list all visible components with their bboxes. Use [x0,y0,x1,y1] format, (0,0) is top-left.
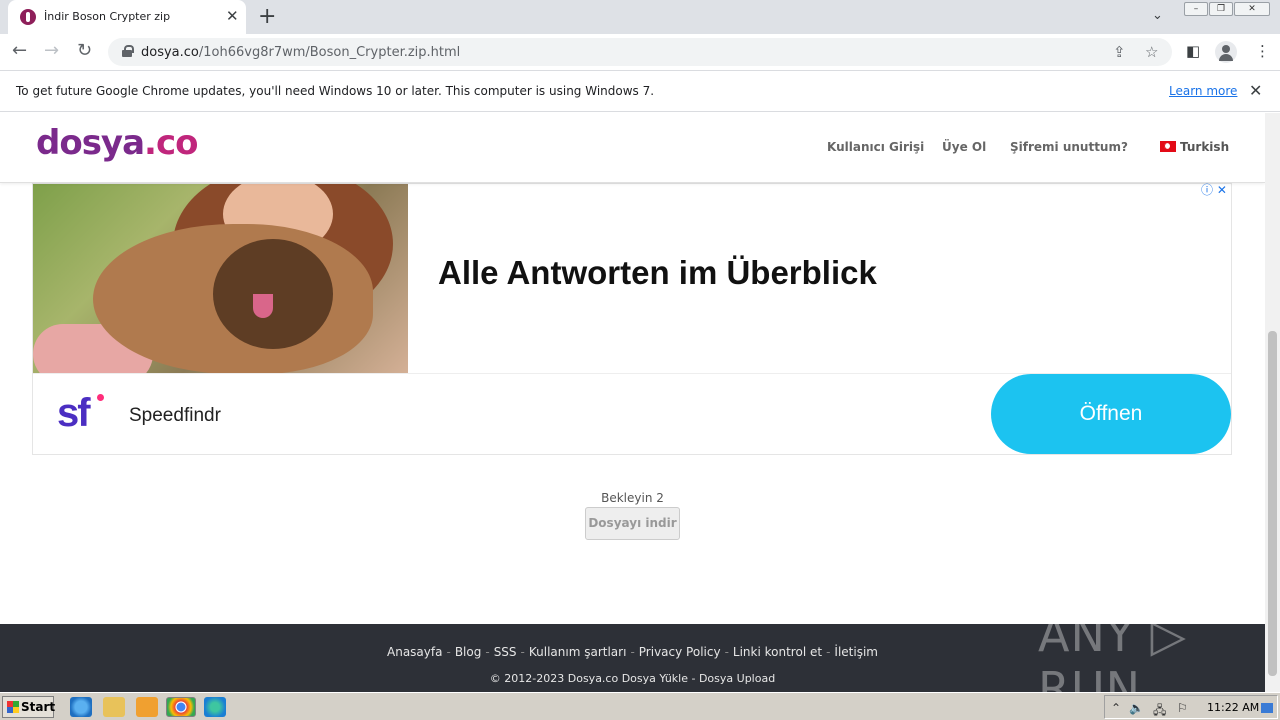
download-file-button[interactable]: Dosyayı indir [585,507,680,540]
profile-avatar-icon[interactable] [1215,41,1237,63]
anyrun-watermark: ANY ▷ RUN [1038,608,1187,692]
turkish-flag-icon [1160,141,1176,152]
ad-brand-name: Speedfindr [129,405,221,426]
footer-link-faq[interactable]: SSS [494,645,517,659]
browser-toolbar: ← → ↻ dosya.co/1oh66vg8r7wm/Boson_Crypte… [0,34,1280,70]
scrollbar-thumb[interactable] [1268,331,1277,676]
infobar-message: To get future Google Chrome updates, you… [16,84,655,98]
internet-explorer-icon[interactable] [70,697,92,717]
dosya-logo[interactable]: dosya.co [36,123,198,163]
restore-button[interactable]: ❐ [1209,2,1233,16]
tray-expand-icon[interactable]: ⌃ [1111,701,1121,715]
start-button[interactable]: Start [2,696,55,718]
tab-strip: İndir Boson Crypter zip ✕ + ⌄ – ❐ ✕ [0,0,1280,34]
volume-icon[interactable]: 🔈 [1129,701,1144,715]
share-icon[interactable]: ⇪ [1113,43,1126,61]
forward-arrow-icon[interactable]: → [44,40,59,61]
footer-link-home[interactable]: Anasayfa [387,645,442,659]
speedfindr-logo-dot [97,394,104,401]
language-selector[interactable]: Turkish [1180,140,1229,154]
update-infobar: To get future Google Chrome updates, you… [0,70,1280,112]
site-favicon-icon [20,9,36,25]
ad-open-button[interactable]: Öffnen [991,374,1231,454]
advertisement[interactable]: Alle Antworten im Überblick ⓘ ✕ sf Speed… [32,183,1232,455]
wait-countdown: Bekleyin 2 [601,491,664,505]
page-viewport: dosya.co Kullanıcı Girişi Üye Ol Şifremi… [0,113,1265,692]
edge-icon[interactable] [204,697,226,717]
footer-link-check-link[interactable]: Linki kontrol et [733,645,822,659]
system-tray: ⌃ 🔈 🖧 ⚐ 11:22 AM [1104,695,1278,719]
back-arrow-icon[interactable]: ← [12,40,27,61]
site-header: dosya.co Kullanıcı Girişi Üye Ol Şifremi… [0,113,1265,183]
lock-icon [122,45,134,57]
tab-search-chevron-icon[interactable]: ⌄ [1152,8,1163,23]
windows-taskbar: Start ⌃ 🔈 🖧 ⚐ 11:22 AM [0,692,1280,720]
site-footer: Anasayfa - Blog - SSS - Kullanım şartları - Priv… [0,608,1265,692]
bookmark-star-icon[interactable]: ☆ [1145,43,1158,61]
window-close-button[interactable]: ✕ [1234,2,1270,16]
infobar-close-icon[interactable]: ✕ [1249,81,1262,100]
address-bar[interactable]: dosya.co/1oh66vg8r7wm/Boson_Crypter.zip.… [108,38,1172,66]
footer-link-blog[interactable]: Blog [455,645,482,659]
learn-more-link[interactable]: Learn more [1169,84,1237,98]
menu-kebab-icon[interactable]: ⋮ [1255,42,1270,60]
minimize-button[interactable]: – [1184,2,1208,16]
nav-login-link[interactable]: Kullanıcı Girişi [827,140,924,154]
tab-title: İndir Boson Crypter zip [44,10,171,23]
footer-link-terms[interactable]: Kullanım şartları [529,645,627,659]
page-scrollbar[interactable] [1265,113,1280,692]
side-panel-icon[interactable]: ◧ [1186,42,1200,60]
browser-tab[interactable]: İndir Boson Crypter zip ✕ [8,0,246,34]
windows-logo-icon [7,701,19,713]
ad-photo-woman-dog [33,184,408,373]
footer-link-privacy[interactable]: Privacy Policy [639,645,721,659]
speedfindr-logo: sf [57,391,91,435]
network-icon[interactable]: 🖧 [1153,701,1166,720]
url-text: dosya.co/1oh66vg8r7wm/Boson_Crypter.zip.… [141,45,461,60]
ad-info-close-icon[interactable]: ⓘ ✕ [1201,181,1227,198]
media-player-icon[interactable] [136,697,158,717]
new-tab-button[interactable]: + [258,4,276,29]
chrome-taskbar-icon[interactable] [166,697,196,717]
taskbar-clock[interactable]: 11:22 AM [1207,701,1259,714]
reload-icon[interactable]: ↻ [77,40,92,61]
file-explorer-icon[interactable] [103,697,125,717]
action-center-flag-icon[interactable]: ⚐ [1177,701,1188,715]
nav-register-link[interactable]: Üye Ol [942,140,986,154]
ad-headline[interactable]: Alle Antworten im Überblick [438,254,877,292]
tab-close-icon[interactable]: ✕ [226,7,239,25]
footer-link-contact[interactable]: İletişim [834,645,878,659]
nav-forgot-password-link[interactable]: Şifremi unuttum? [1010,140,1128,154]
show-desktop-icon[interactable] [1261,703,1273,713]
